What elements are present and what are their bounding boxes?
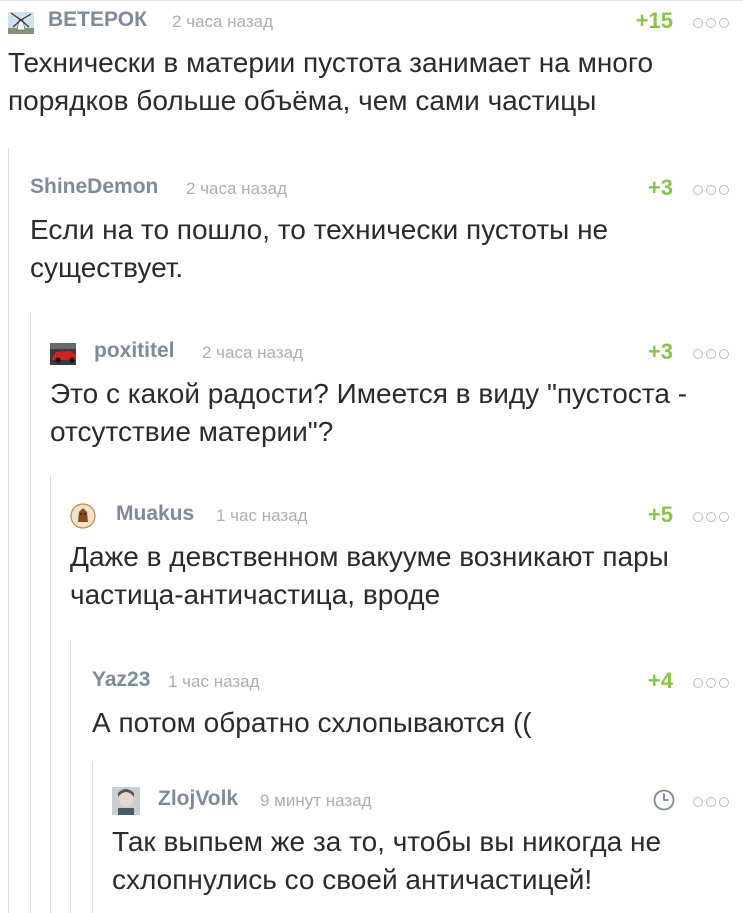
comment-text: А потом обратно схлопываются ((	[92, 707, 532, 738]
thread-line	[50, 475, 51, 913]
comment-rating: +15	[635, 8, 673, 33]
thread-line	[30, 312, 31, 913]
comment-header: poxititel 2 часа назад +3	[50, 337, 735, 371]
more-dots-icon[interactable]	[693, 509, 735, 523]
comment-time: 2 часа назад	[202, 343, 303, 362]
top-divider	[0, 0, 743, 1]
comment-item: ShineDemon 2 часа назад +3 Если на то по…	[30, 173, 735, 293]
more-dots-icon[interactable]	[693, 794, 735, 808]
comment-item: ВЕТЕРОК 2 часа назад +15 Технически в ма…	[8, 6, 735, 136]
more-dots-icon[interactable]	[693, 675, 735, 689]
comment-author[interactable]: poxititel	[94, 339, 175, 363]
comment-rating: +3	[647, 339, 673, 364]
comment-header: ShineDemon 2 часа назад +3	[30, 173, 735, 207]
red-car-avatar[interactable]	[50, 343, 76, 365]
more-dots-icon[interactable]	[693, 346, 735, 360]
thread-line	[70, 640, 71, 913]
clock-icon	[653, 789, 675, 811]
comment-header: ВЕТЕРОК 2 часа назад +15	[8, 6, 735, 40]
comment-text: Это с какой радости? Имеется в виду "пус…	[50, 378, 688, 447]
comment-author[interactable]: ZlojVolk	[158, 787, 238, 811]
comment-item: ZlojVolk 9 минут назад Так выпьем же за …	[112, 785, 735, 910]
comment-text: Технически в материи пустота занимает на…	[8, 47, 654, 116]
comment-text: Если на то пошло, то технически пустоты …	[30, 214, 609, 283]
comment-author[interactable]: Muakus	[116, 502, 194, 526]
comment-rating: +4	[647, 668, 673, 693]
comment-rating: +5	[647, 502, 673, 527]
comment-time: 2 часа назад	[172, 12, 273, 31]
windmill-avatar[interactable]	[8, 12, 34, 34]
comment-item: Yaz23 1 час назад +4 А потом обратно схл…	[92, 666, 735, 746]
comment-author[interactable]: Yaz23	[92, 668, 150, 692]
comment-item: Muakus 1 час назад +5 Даже в девственном…	[70, 500, 735, 620]
comment-header: ZlojVolk 9 минут назад	[112, 785, 735, 819]
comment-item: poxititel 2 часа назад +3 Это с какой ра…	[50, 337, 735, 457]
comment-time: 2 часа назад	[186, 179, 287, 198]
comment-time: 1 час назад	[168, 672, 260, 691]
badge-avatar[interactable]	[70, 503, 96, 529]
comment-text: Так выпьем же за то, чтобы вы никогда не…	[112, 826, 662, 895]
comment-rating: +3	[647, 175, 673, 200]
comment-text: Даже в девственном вакууме возникают пар…	[70, 541, 669, 610]
comment-author[interactable]: ВЕТЕРОК	[48, 8, 147, 32]
more-dots-icon[interactable]	[693, 182, 735, 196]
comment-header: Yaz23 1 час назад +4	[92, 666, 735, 700]
thread-line	[92, 762, 93, 913]
comment-time: 9 минут назад	[260, 791, 372, 810]
more-dots-icon[interactable]	[693, 15, 735, 29]
portrait-avatar[interactable]	[112, 787, 140, 815]
comment-header: Muakus 1 час назад +5	[70, 500, 735, 534]
comment-author[interactable]: ShineDemon	[30, 175, 158, 199]
thread-line	[8, 148, 9, 913]
comment-time: 1 час назад	[216, 506, 308, 525]
